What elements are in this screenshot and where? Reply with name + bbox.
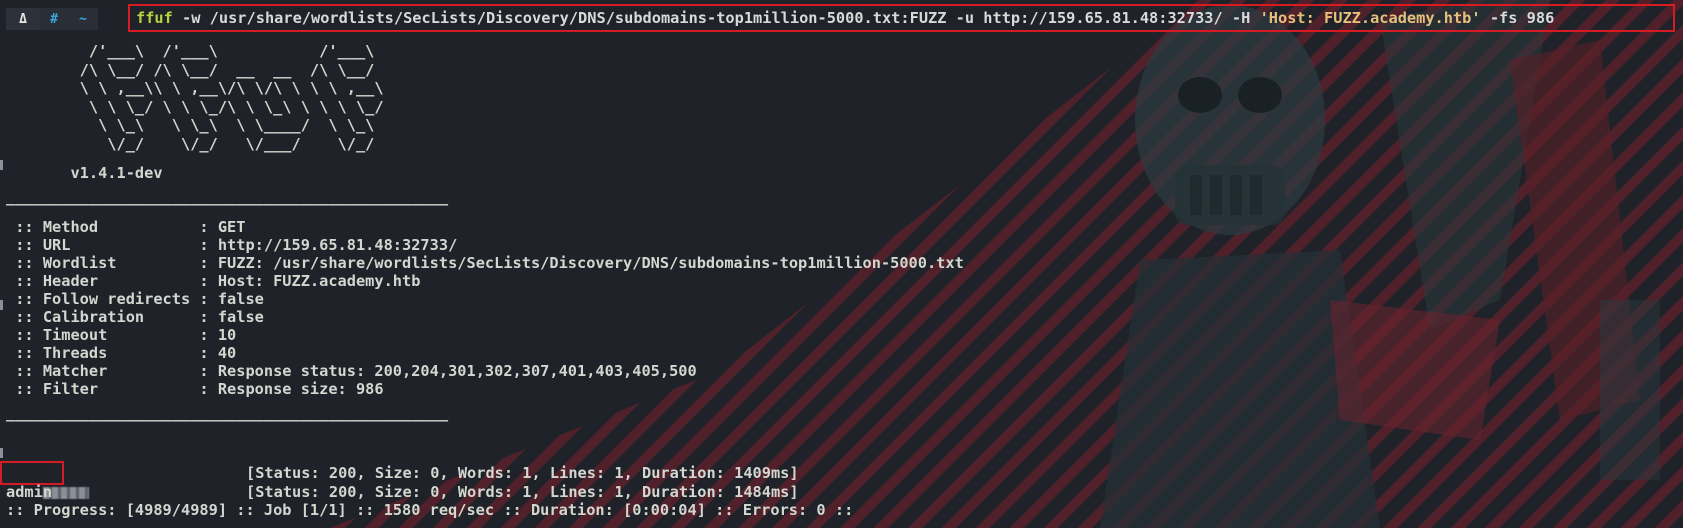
terminal-window[interactable]: Δ # ~ ffuf -w /usr/share/wordlists/SecLi…: [0, 0, 1683, 528]
command-line[interactable]: ffuf -w /usr/share/wordlists/SecLists/Di…: [128, 4, 1675, 32]
left-edge-mark: [0, 448, 3, 458]
root-icon: #: [40, 8, 68, 30]
background-skull-art: [1100, 0, 1660, 528]
result-info-redacted: [Status: 200, Size: 0, Words: 1, Lines: …: [246, 464, 799, 482]
command-name: ffuf: [136, 9, 173, 27]
config-method: :: Method : GET: [6, 218, 246, 236]
config-wordlist: :: Wordlist : FUZZ: /usr/share/wordlists…: [6, 254, 964, 272]
left-edge-mark: [0, 160, 3, 170]
separator-bottom: ________________________________________…: [6, 404, 449, 422]
left-edge-mark: [0, 300, 3, 310]
config-calibration: :: Calibration : false: [6, 308, 264, 326]
config-threads: :: Threads : 40: [6, 344, 237, 362]
config-matcher: :: Matcher : Response status: 200,204,30…: [6, 362, 697, 380]
ffuf-ascii-logo: /'___\ /'___\ /'___\ /\ \__/ /\ \__/ __ …: [79, 42, 384, 153]
config-url: :: URL : http://159.65.81.48:32733/: [6, 236, 458, 254]
ffuf-version: v1.4.1-dev: [6, 164, 163, 182]
config-header: :: Header : Host: FUZZ.academy.htb: [6, 272, 421, 290]
config-follow-redirects: :: Follow redirects : false: [6, 290, 264, 308]
result-info-admin: [Status: 200, Size: 0, Words: 1, Lines: …: [246, 483, 799, 501]
shell-prompt: Δ # ~: [6, 6, 98, 32]
result-name-admin: admin: [6, 483, 53, 501]
command-args: -w /usr/share/wordlists/SecLists/Discove…: [172, 9, 1260, 27]
progress-line: :: Progress: [4989/4989] :: Job [1/1] ::…: [6, 501, 854, 519]
separator-top: ________________________________________…: [6, 188, 449, 206]
os-icon: Δ: [6, 8, 40, 30]
command-header-arg: 'Host: FUZZ.academy.htb': [1259, 9, 1481, 27]
home-directory-icon: ~: [68, 8, 98, 30]
command-filter-arg: -fs 986: [1480, 9, 1555, 27]
config-filter: :: Filter : Response size: 986: [6, 380, 384, 398]
config-timeout: :: Timeout : 10: [6, 326, 237, 344]
